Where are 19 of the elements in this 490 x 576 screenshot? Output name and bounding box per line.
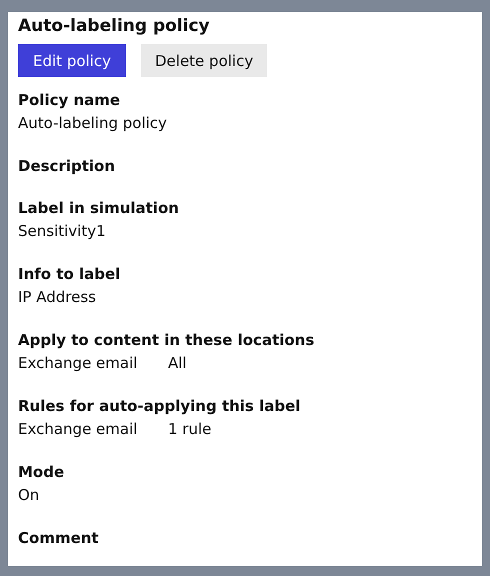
field-label: Apply to content in these locations bbox=[18, 330, 316, 351]
field-label: Description bbox=[18, 156, 116, 177]
edit-button[interactable]: Edit policy bbox=[18, 44, 126, 77]
field-label: Policy name bbox=[18, 90, 122, 111]
field-label: Info to label bbox=[18, 264, 122, 285]
field-label: Comment bbox=[18, 528, 100, 549]
field-value: Exchange email bbox=[18, 419, 138, 440]
field-value: Exchange email bbox=[18, 353, 138, 374]
field-value: All bbox=[168, 353, 187, 374]
field-value: Auto-labeling policy bbox=[18, 113, 167, 134]
field-value: On bbox=[18, 485, 40, 506]
field-label: Mode bbox=[18, 462, 66, 483]
field-value: 1 rule bbox=[168, 419, 212, 440]
field-value: Sensitivity1 bbox=[18, 221, 106, 242]
field-label: Label in simulation bbox=[18, 198, 180, 219]
delete-button[interactable]: Delete policy bbox=[141, 44, 268, 77]
panel-title: Auto-labeling policy bbox=[18, 16, 211, 36]
field-value: IP Address bbox=[18, 287, 96, 308]
field-label: Rules for auto-applying this label bbox=[18, 396, 302, 417]
